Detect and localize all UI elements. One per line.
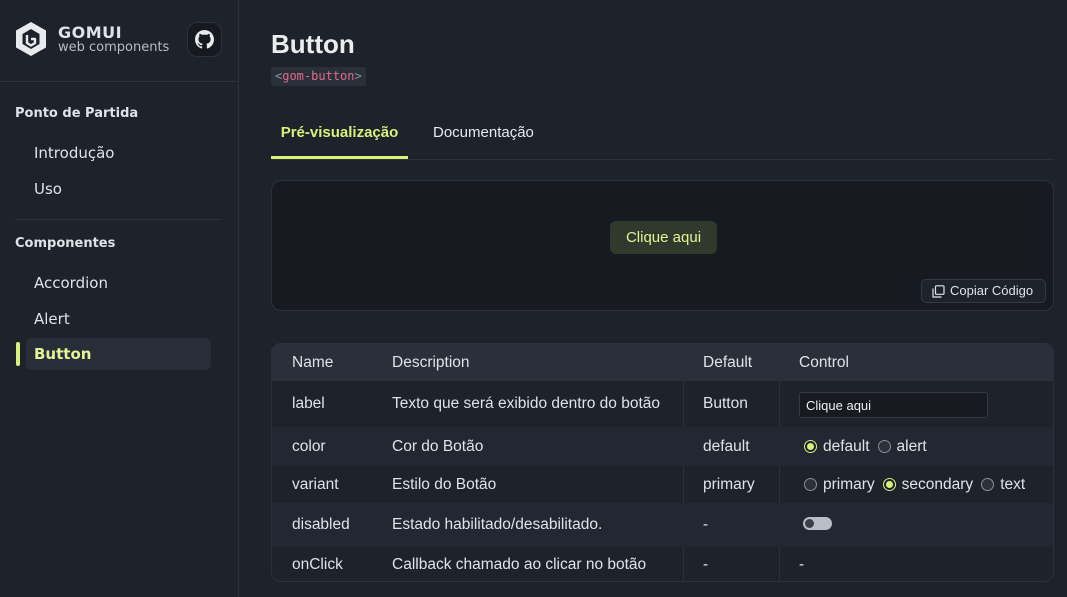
tab-preview[interactable]: Pré-visualização bbox=[271, 113, 408, 159]
sidebar: GOMUI web components Ponto de Partida In… bbox=[0, 0, 239, 597]
radio-label: text bbox=[1000, 475, 1026, 493]
radio-dot bbox=[882, 478, 896, 491]
radio-dot bbox=[981, 478, 995, 491]
prop-description: Estado habilitado/desabilitado. bbox=[392, 516, 603, 533]
radio-variant-primary[interactable]: primary bbox=[804, 476, 875, 494]
gomui-logo-icon bbox=[16, 22, 46, 56]
prop-name: color bbox=[292, 437, 326, 455]
preview-panel: Clique aqui Copiar Código bbox=[271, 180, 1054, 311]
table-header: Name Description Default Control bbox=[272, 344, 1053, 381]
sidebar-item-button[interactable]: Button bbox=[26, 338, 211, 370]
sidebar-item-alert[interactable]: Alert bbox=[26, 303, 211, 335]
prop-name: disabled bbox=[292, 516, 350, 533]
prop-description: Callback chamado ao clicar no botão bbox=[392, 556, 647, 573]
tag-close-bracket: > bbox=[354, 69, 362, 83]
github-icon bbox=[195, 30, 214, 49]
radio-label: default bbox=[823, 437, 870, 455]
radio-color-alert[interactable]: alert bbox=[877, 437, 927, 456]
radio-color-default[interactable]: default bbox=[804, 438, 870, 456]
label-input[interactable] bbox=[799, 392, 988, 418]
prop-name: variant bbox=[292, 475, 339, 493]
header-name: Name bbox=[292, 353, 334, 371]
table-row: color Cor do Botão default default alert bbox=[272, 427, 1053, 466]
sidebar-divider bbox=[15, 219, 221, 220]
component-tag: <gom-button> bbox=[271, 67, 366, 86]
sidebar-item-accordion[interactable]: Accordion bbox=[26, 267, 211, 299]
demo-button[interactable]: Clique aqui bbox=[610, 221, 717, 254]
table-row: variant Estilo do Botão primary primary … bbox=[272, 466, 1053, 503]
radio-dot bbox=[804, 478, 817, 491]
tag-name: gom-button bbox=[282, 69, 355, 83]
prop-control-text: - bbox=[799, 556, 805, 573]
prop-description: Estilo do Botão bbox=[392, 475, 497, 493]
header-description: Description bbox=[392, 353, 470, 371]
variant-radio-group: primary secondary text bbox=[804, 466, 1033, 503]
header-control: Control bbox=[799, 353, 849, 371]
prop-default: - bbox=[703, 516, 709, 533]
radio-label: primary bbox=[823, 475, 875, 493]
radio-dot bbox=[804, 440, 817, 453]
radio-dot bbox=[877, 440, 891, 453]
radio-variant-secondary[interactable]: secondary bbox=[882, 475, 974, 494]
brand-header: GOMUI web components bbox=[0, 0, 238, 82]
disabled-toggle-cell bbox=[803, 503, 832, 547]
tab-documentation[interactable]: Documentação bbox=[433, 113, 534, 159]
sidebar-item-uso[interactable]: Uso bbox=[26, 173, 211, 205]
header-default: Default bbox=[703, 353, 753, 371]
copy-code-label: Copiar Código bbox=[950, 283, 1034, 298]
page-title: Button bbox=[271, 29, 355, 59]
table-row: disabled Estado habilitado/desabilitado.… bbox=[272, 503, 1053, 547]
prop-default: Button bbox=[703, 395, 748, 412]
section-title-start: Ponto de Partida bbox=[15, 106, 139, 121]
prop-description: Texto que será exibido dentro do botão bbox=[392, 395, 660, 412]
prop-description: Cor do Botão bbox=[392, 437, 484, 455]
radio-label: secondary bbox=[901, 475, 974, 493]
prop-default: primary bbox=[703, 475, 755, 493]
prop-default: default bbox=[703, 437, 750, 455]
radio-label: alert bbox=[896, 437, 927, 455]
sidebar-item-introducao[interactable]: Introdução bbox=[26, 137, 211, 169]
disabled-toggle[interactable] bbox=[803, 517, 832, 530]
github-button[interactable] bbox=[187, 22, 222, 57]
brand-subtitle: web components bbox=[58, 40, 170, 55]
copy-code-button[interactable]: Copiar Código bbox=[921, 279, 1046, 303]
table-row: label Texto que será exibido dentro do b… bbox=[272, 381, 1053, 427]
prop-name: label bbox=[292, 395, 325, 412]
section-title-components: Componentes bbox=[15, 236, 116, 251]
prop-name: onClick bbox=[292, 556, 343, 573]
copy-icon bbox=[932, 285, 945, 298]
active-nav-indicator bbox=[16, 342, 20, 366]
tab-bar: Pré-visualização Documentação bbox=[271, 113, 1054, 160]
color-radio-group: default alert bbox=[804, 427, 935, 466]
prop-default: - bbox=[703, 556, 709, 573]
radio-variant-text[interactable]: text bbox=[981, 476, 1025, 494]
props-table: Name Description Default Control label T… bbox=[271, 343, 1054, 582]
table-row: onClick Callback chamado ao clicar no bo… bbox=[272, 547, 1053, 581]
